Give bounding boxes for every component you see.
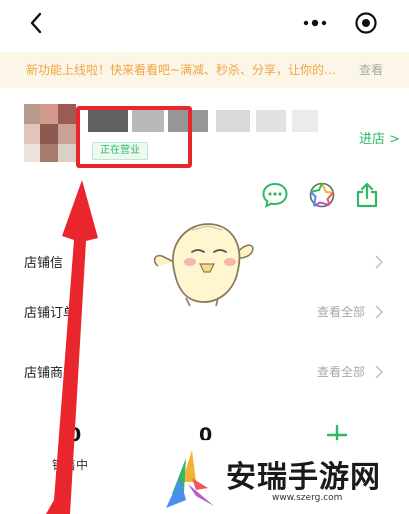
store-avatar[interactable] — [24, 104, 76, 162]
notice-bar[interactable]: 新功能上线啦！快来看看吧~满减、秒杀、分享，让你的… 查看 — [0, 52, 409, 88]
target-icon[interactable] — [354, 11, 378, 35]
row-store-products[interactable]: 店铺商品 查看全部 — [0, 352, 409, 392]
row-store-info[interactable]: 店铺信 — [0, 242, 409, 282]
chevron-right-icon — [374, 364, 384, 380]
watermark-logo-icon — [162, 448, 216, 510]
chat-bubble-icon[interactable] — [260, 180, 290, 210]
annotation-highlight-box — [76, 106, 192, 168]
watermark-url: www.szerg.com — [272, 493, 343, 503]
more-dots-icon[interactable] — [302, 12, 328, 34]
watermark: 安瑞手游网 www.szerg.com — [152, 440, 409, 514]
store-page: 新功能上线啦！快来看看吧~满减、秒杀、分享，让你的… 查看 正在营业 进店 > — [0, 0, 409, 514]
row-store-products-label: 店铺商品 — [24, 366, 77, 381]
row-store-orders-label: 店铺订单 — [24, 306, 77, 321]
stat-on-sale-count[interactable]: 0 — [68, 424, 81, 446]
watermark-title: 安瑞手游网 — [226, 460, 381, 495]
enter-store-link[interactable]: 进店 > — [359, 128, 400, 147]
row-store-products-view-all[interactable]: 查看全部 — [317, 363, 365, 380]
row-store-info-label: 店铺信 — [24, 256, 64, 271]
top-bar — [0, 0, 409, 46]
notice-text: 新功能上线啦！快来看看吧~满减、秒杀、分享，让你的… — [26, 63, 337, 77]
chevron-right-icon — [374, 254, 384, 270]
chevron-right-icon — [374, 304, 384, 320]
share-icon[interactable] — [352, 180, 382, 210]
stat-on-sale-label: 销售中 — [52, 458, 89, 472]
row-store-orders-view-all[interactable]: 查看全部 — [317, 303, 365, 320]
aperture-icon[interactable] — [307, 180, 337, 210]
notice-view-link[interactable]: 查看 — [359, 52, 383, 88]
row-store-orders[interactable]: 店铺订单 查看全部 — [0, 292, 409, 332]
back-chevron-icon[interactable] — [26, 10, 48, 36]
